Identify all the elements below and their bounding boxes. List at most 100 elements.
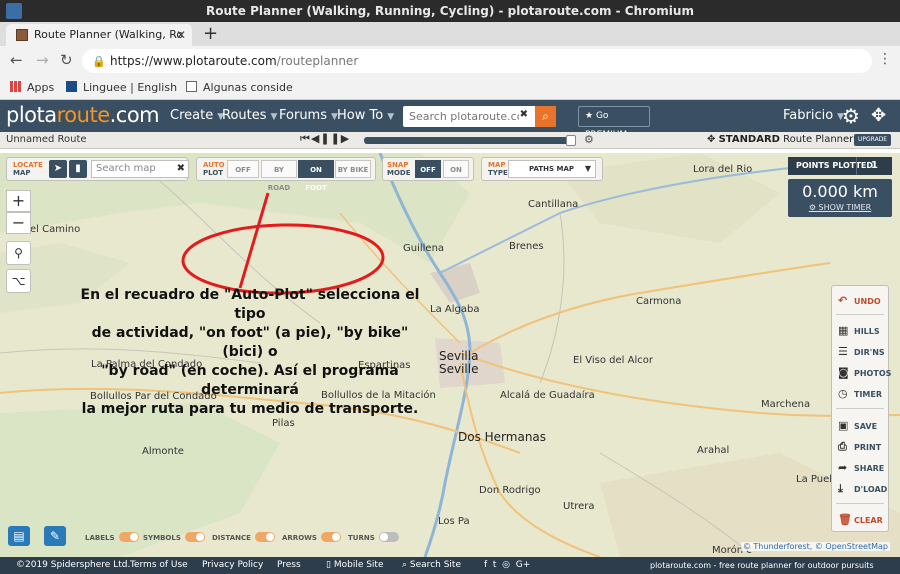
document-icon	[186, 81, 197, 92]
snap-on-option[interactable]: ON	[443, 160, 469, 178]
share-button[interactable]: ➦ SHARE	[838, 461, 884, 474]
playback-controls[interactable]: ⏮◀❚❚▶	[300, 132, 350, 146]
camera-icon: ◙	[838, 366, 849, 379]
photos-button[interactable]: ◙ PHOTOS	[838, 366, 891, 379]
toggle-switch[interactable]	[118, 532, 139, 542]
snap-off-option[interactable]: OFF	[415, 160, 441, 178]
window-titlebar: Route Planner (Walking, Running, Cycling…	[0, 0, 900, 22]
press-link[interactable]: Press	[277, 560, 301, 570]
search-site-link[interactable]: ⌕ Search Site	[402, 560, 461, 570]
user-menu[interactable]: Fabricio ▼	[783, 108, 844, 123]
map-canvas[interactable]: Lora del Rio el Camino Cantillana Brenes…	[0, 153, 900, 557]
new-tab-button[interactable]: +	[203, 23, 218, 44]
pencil-icon[interactable]: ✎	[44, 526, 66, 546]
nav-menu-howto[interactable]: How To ▼	[337, 108, 394, 123]
site-search-input[interactable]	[403, 106, 519, 127]
nav-menu-create[interactable]: Create ▼	[170, 108, 224, 123]
go-premium-button[interactable]: ★ Go PREMIUM	[578, 106, 650, 140]
fullscreen-icon[interactable]: ✥	[871, 105, 886, 126]
toggle-switch[interactable]	[254, 532, 275, 542]
clear-search-icon[interactable]: ✖	[177, 161, 185, 177]
twitter-icon[interactable]: t	[493, 560, 497, 570]
show-timer-link[interactable]: ⚙ SHOW TIMER	[788, 203, 892, 212]
zoom-in-button[interactable]: +	[6, 190, 31, 212]
search-icon[interactable]: ⌕	[535, 106, 556, 127]
back-arrow-icon[interactable]: ←	[10, 51, 23, 69]
autoplot-by-bike-option[interactable]: BY BIKE	[335, 160, 371, 178]
clear-search-icon[interactable]: ✖	[520, 109, 528, 120]
google-plus-icon[interactable]: G+	[516, 560, 531, 570]
gear-icon[interactable]: ⚙	[842, 104, 860, 128]
divider	[836, 503, 884, 504]
privacy-link[interactable]: Privacy Policy	[202, 560, 263, 570]
url-bar[interactable]: 🔒 https://www.plotaroute.com/routeplanne…	[82, 49, 872, 73]
upgrade-button[interactable]: UPGRADE	[854, 134, 892, 146]
instagram-icon[interactable]: ◎	[502, 560, 510, 570]
download-button[interactable]: ⤓ D'LOAD	[838, 482, 887, 496]
save-button[interactable]: ▣ SAVE	[838, 419, 877, 432]
directions-button[interactable]: ☰ DIR'NS	[838, 345, 885, 358]
close-tab-icon[interactable]: ✕	[176, 24, 186, 46]
print-button[interactable]: ⎙ PRINT	[838, 440, 881, 454]
nav-menu-routes[interactable]: Routes ▼	[222, 108, 277, 123]
linguee-icon	[66, 81, 77, 92]
bookmark-linguee[interactable]: Linguee | English	[66, 81, 177, 94]
window-title: Route Planner (Walking, Running, Cycling…	[206, 4, 694, 18]
route-name[interactable]: Unnamed Route	[6, 134, 87, 145]
clear-button[interactable]: 🗑 CLEAR	[838, 513, 883, 526]
nav-menu-forums[interactable]: Forums ▼	[279, 108, 338, 123]
map-type-select[interactable]: PATHS MAP ▼	[508, 160, 596, 178]
arrows-toggle[interactable]: ARROWS	[282, 532, 341, 542]
toggle-switch[interactable]	[320, 532, 341, 542]
move-icon: ✥	[707, 134, 716, 145]
autoplot-on-foot-option[interactable]: ON FOOT	[298, 160, 334, 192]
labels-toggle[interactable]: LABELS	[85, 532, 139, 542]
symbols-toggle[interactable]: SYMBOLS	[143, 532, 205, 542]
snap-mode-panel: SNAP MODE OFF ON	[382, 157, 474, 181]
undo-button[interactable]: ↶ UNDO	[838, 294, 881, 307]
facebook-icon[interactable]: f	[484, 560, 487, 570]
map-pin-icon[interactable]: ⚲	[6, 241, 31, 265]
forward-arrow-icon[interactable]: →	[36, 51, 49, 69]
place-label: Cantillana	[528, 199, 579, 210]
divider	[836, 314, 884, 315]
browser-menu-icon[interactable]: ⋮	[878, 51, 892, 67]
distance-box: 0.000 km ⚙ SHOW TIMER	[788, 179, 892, 217]
playback-settings-icon[interactable]: ⚙	[584, 133, 594, 146]
undo-icon: ↶	[838, 294, 848, 307]
clock-icon: ◷	[838, 387, 848, 400]
lock-icon: 🔒	[92, 55, 106, 68]
reload-icon[interactable]: ↻	[60, 51, 73, 69]
bookmark-apps[interactable]: Apps	[10, 81, 54, 94]
locate-arrow-icon[interactable]: ➤	[49, 160, 67, 178]
briefcase-icon[interactable]: ▤	[8, 526, 30, 546]
chevron-down-icon: ▼	[387, 112, 395, 122]
place-label: Seville	[439, 362, 479, 376]
playback-slider[interactable]	[364, 135, 576, 146]
turns-toggle[interactable]: TURNS	[348, 532, 399, 542]
save-icon: ▣	[838, 419, 849, 432]
place-label: Marchena	[761, 399, 811, 410]
playback-slider-thumb[interactable]	[566, 135, 576, 146]
autoplot-by-road-option[interactable]: BY ROAD	[261, 160, 297, 192]
distance-toggle[interactable]: DISTANCE	[212, 532, 275, 542]
browser-tab[interactable]: Route Planner (Walking, Ro ✕	[6, 24, 192, 46]
map-type-label: MAP TYPE	[488, 161, 508, 177]
bookmark-icon[interactable]: ▮	[69, 160, 87, 178]
toggle-switch[interactable]	[378, 532, 399, 542]
mobile-icon: ▯	[326, 560, 331, 570]
place-label: La Pueb	[796, 474, 836, 485]
autoplot-off-option[interactable]: OFF	[227, 160, 259, 178]
route-tools-icon[interactable]: ⌥	[6, 269, 31, 293]
map-search-input[interactable]: Search map ✖	[91, 160, 189, 178]
site-logo[interactable]: plotaroute.com	[6, 103, 160, 127]
terms-link[interactable]: Terms of Use	[130, 560, 188, 570]
hills-button[interactable]: ▦ HILLS	[838, 324, 880, 337]
place-label: Don Rodrigo	[479, 485, 541, 496]
toggle-switch[interactable]	[184, 532, 205, 542]
timer-button[interactable]: ◷ TIMER	[838, 387, 882, 400]
bookmark-algunas[interactable]: Algunas conside	[186, 81, 293, 94]
print-icon: ⎙	[838, 440, 847, 453]
zoom-out-button[interactable]: −	[6, 212, 31, 234]
mobile-site-link[interactable]: ▯ Mobile Site	[326, 560, 384, 570]
